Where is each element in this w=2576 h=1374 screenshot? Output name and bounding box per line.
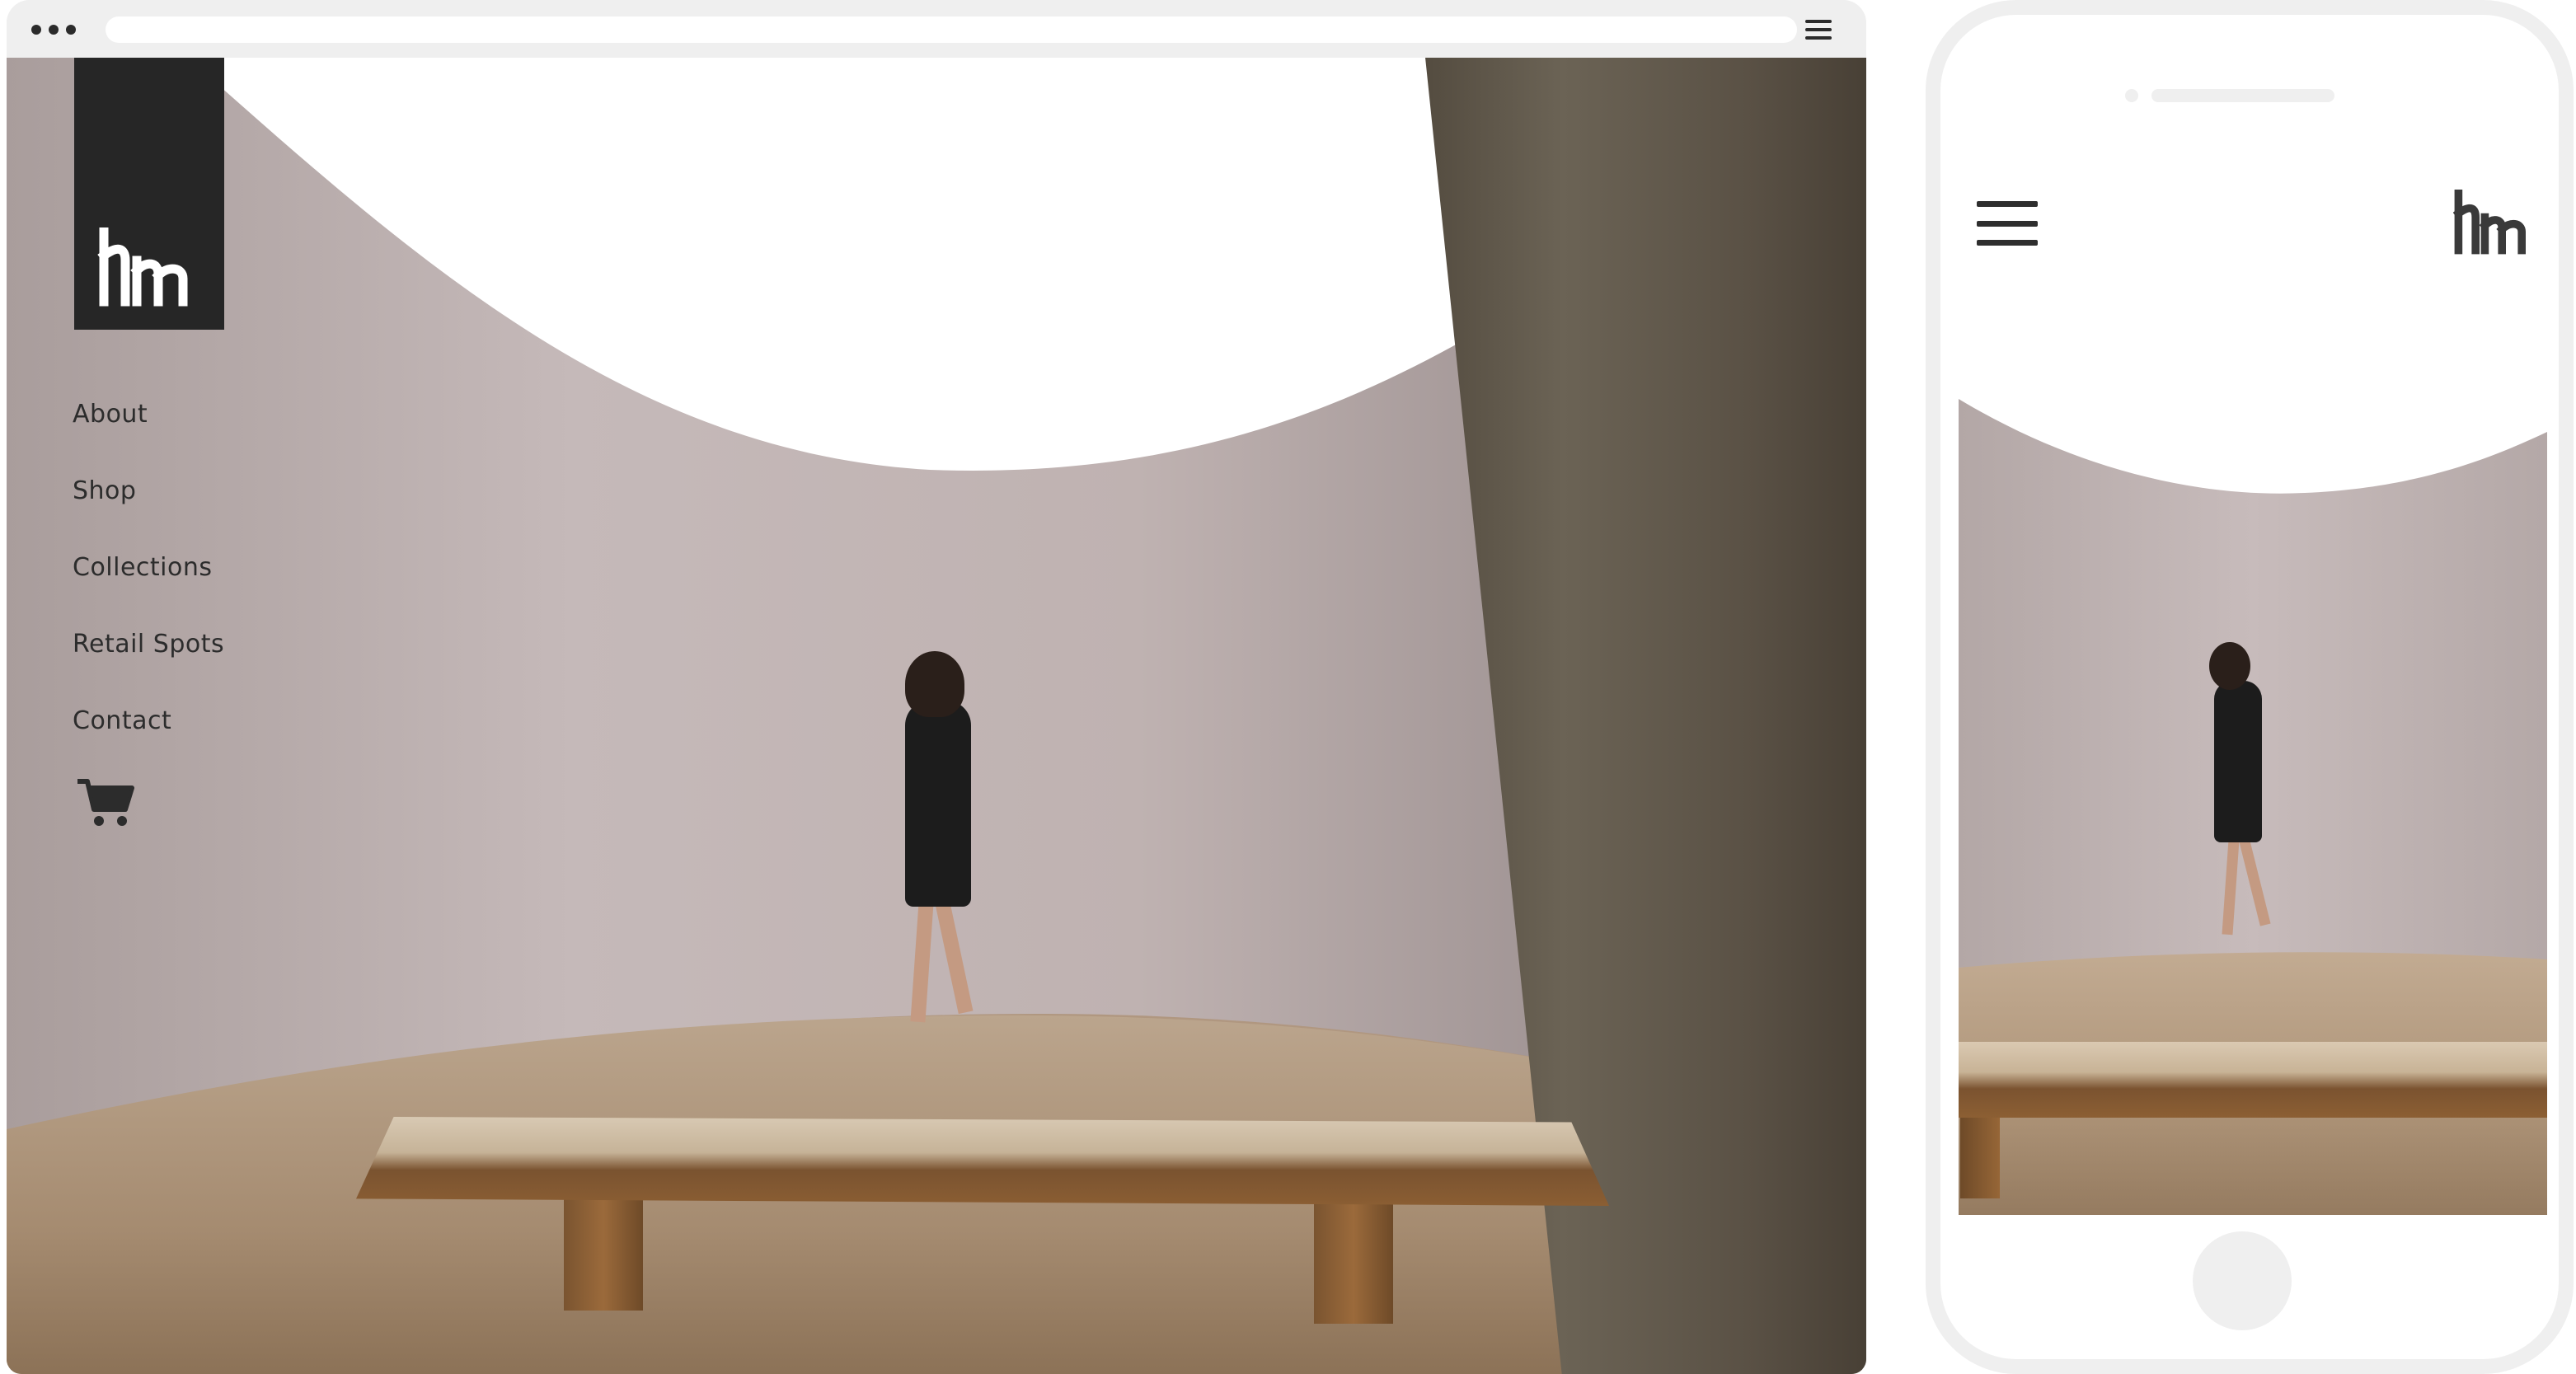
mobile-screen — [1959, 160, 2547, 1215]
mobile-logo-mark[interactable] — [2453, 190, 2532, 256]
address-bar[interactable] — [106, 16, 1797, 43]
cart-icon[interactable] — [76, 776, 137, 829]
model-figure — [905, 701, 971, 907]
main-nav: About Shop Collections Retail Spots Cont… — [73, 376, 224, 759]
nav-item-retail-spots[interactable]: Retail Spots — [73, 606, 224, 682]
window-dots-icon[interactable] — [31, 25, 76, 35]
browser-menu-icon[interactable] — [1805, 20, 1832, 40]
brand-logo[interactable] — [74, 58, 224, 330]
mobile-wooden-bench — [1959, 1042, 2547, 1118]
nav-item-contact[interactable]: Contact — [73, 682, 224, 759]
nav-item-collections[interactable]: Collections — [73, 529, 224, 606]
nav-item-shop[interactable]: Shop — [73, 453, 224, 529]
logo-mark — [97, 227, 188, 307]
mobile-menu-hamburger-icon[interactable] — [1977, 201, 2038, 246]
mobile-model-figure — [2214, 681, 2262, 842]
mobile-phone-mockup — [1926, 0, 2574, 1374]
wooden-bench — [356, 1117, 1609, 1206]
home-button[interactable] — [2193, 1231, 2292, 1330]
desktop-browser-mockup: About Shop Collections Retail Spots Cont… — [7, 0, 1866, 1374]
speaker-slot — [2151, 89, 2334, 102]
nav-item-about[interactable]: About — [73, 376, 224, 453]
hero-photo: About Shop Collections Retail Spots Cont… — [7, 58, 1866, 1374]
camera-dot — [2125, 89, 2138, 102]
browser-toolbar — [7, 0, 1866, 58]
